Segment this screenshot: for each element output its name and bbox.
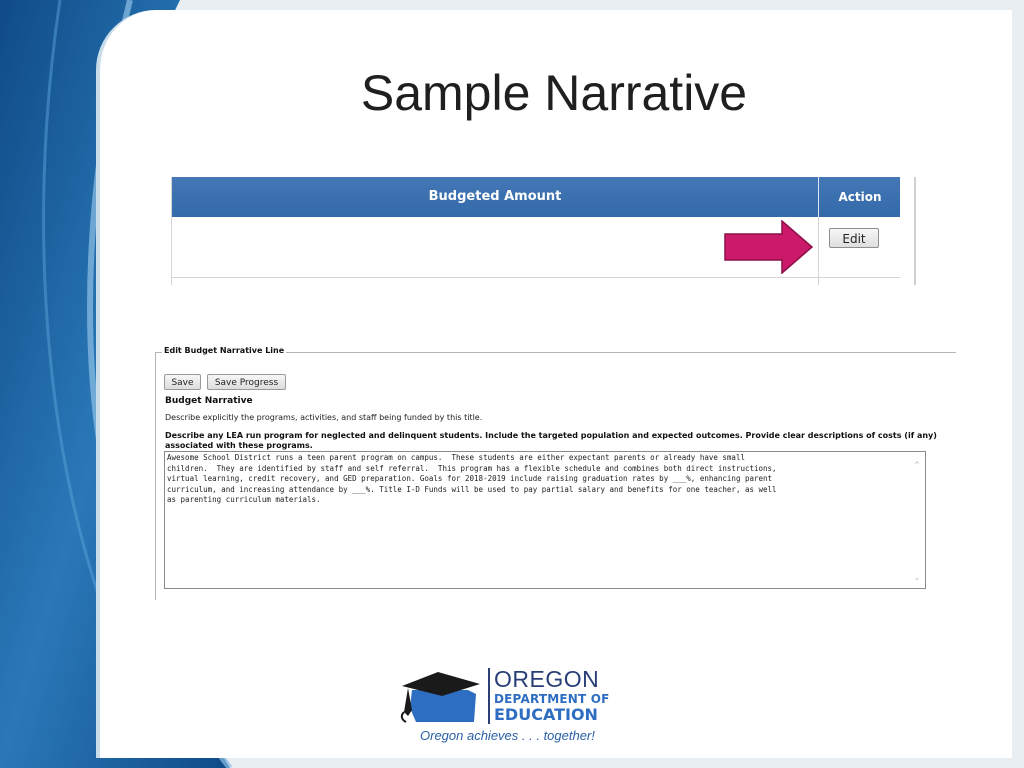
budget-narrative-description: Describe explicitly the programs, activi… (165, 413, 483, 422)
narrative-prompt: Describe any LEA run program for neglect… (165, 431, 937, 450)
edit-button[interactable]: Edit (829, 228, 879, 248)
column-header-budgeted-amount: Budgeted Amount (172, 177, 819, 217)
column-header-action: Action (838, 190, 882, 204)
logo-text-department: DEPARTMENT OF (494, 692, 610, 706)
narrative-textarea[interactable]: Awesome School District runs a teen pare… (164, 451, 926, 589)
slide-title: Sample Narrative (360, 65, 748, 121)
chevron-up-icon[interactable]: ⌃ (912, 460, 922, 470)
narrative-text[interactable]: Awesome School District runs a teen pare… (167, 453, 905, 506)
logo-text-oregon: OREGON (494, 666, 600, 692)
logo-tagline: Oregon achieves . . . together! (420, 728, 595, 743)
table-header: Budgeted Amount Action (172, 177, 900, 217)
chevron-down-icon[interactable]: ⌄ (912, 572, 922, 582)
save-button[interactable]: Save (164, 374, 201, 390)
fieldset-legend: Edit Budget Narrative Line (162, 346, 287, 355)
fieldset-border-left (155, 352, 156, 600)
budget-narrative-heading: Budget Narrative (165, 396, 253, 406)
column-divider (818, 217, 819, 285)
logo-text-education: EDUCATION (494, 705, 598, 724)
right-arrow-icon (724, 220, 814, 274)
logo-divider (488, 668, 490, 724)
save-progress-button[interactable]: Save Progress (207, 374, 286, 390)
